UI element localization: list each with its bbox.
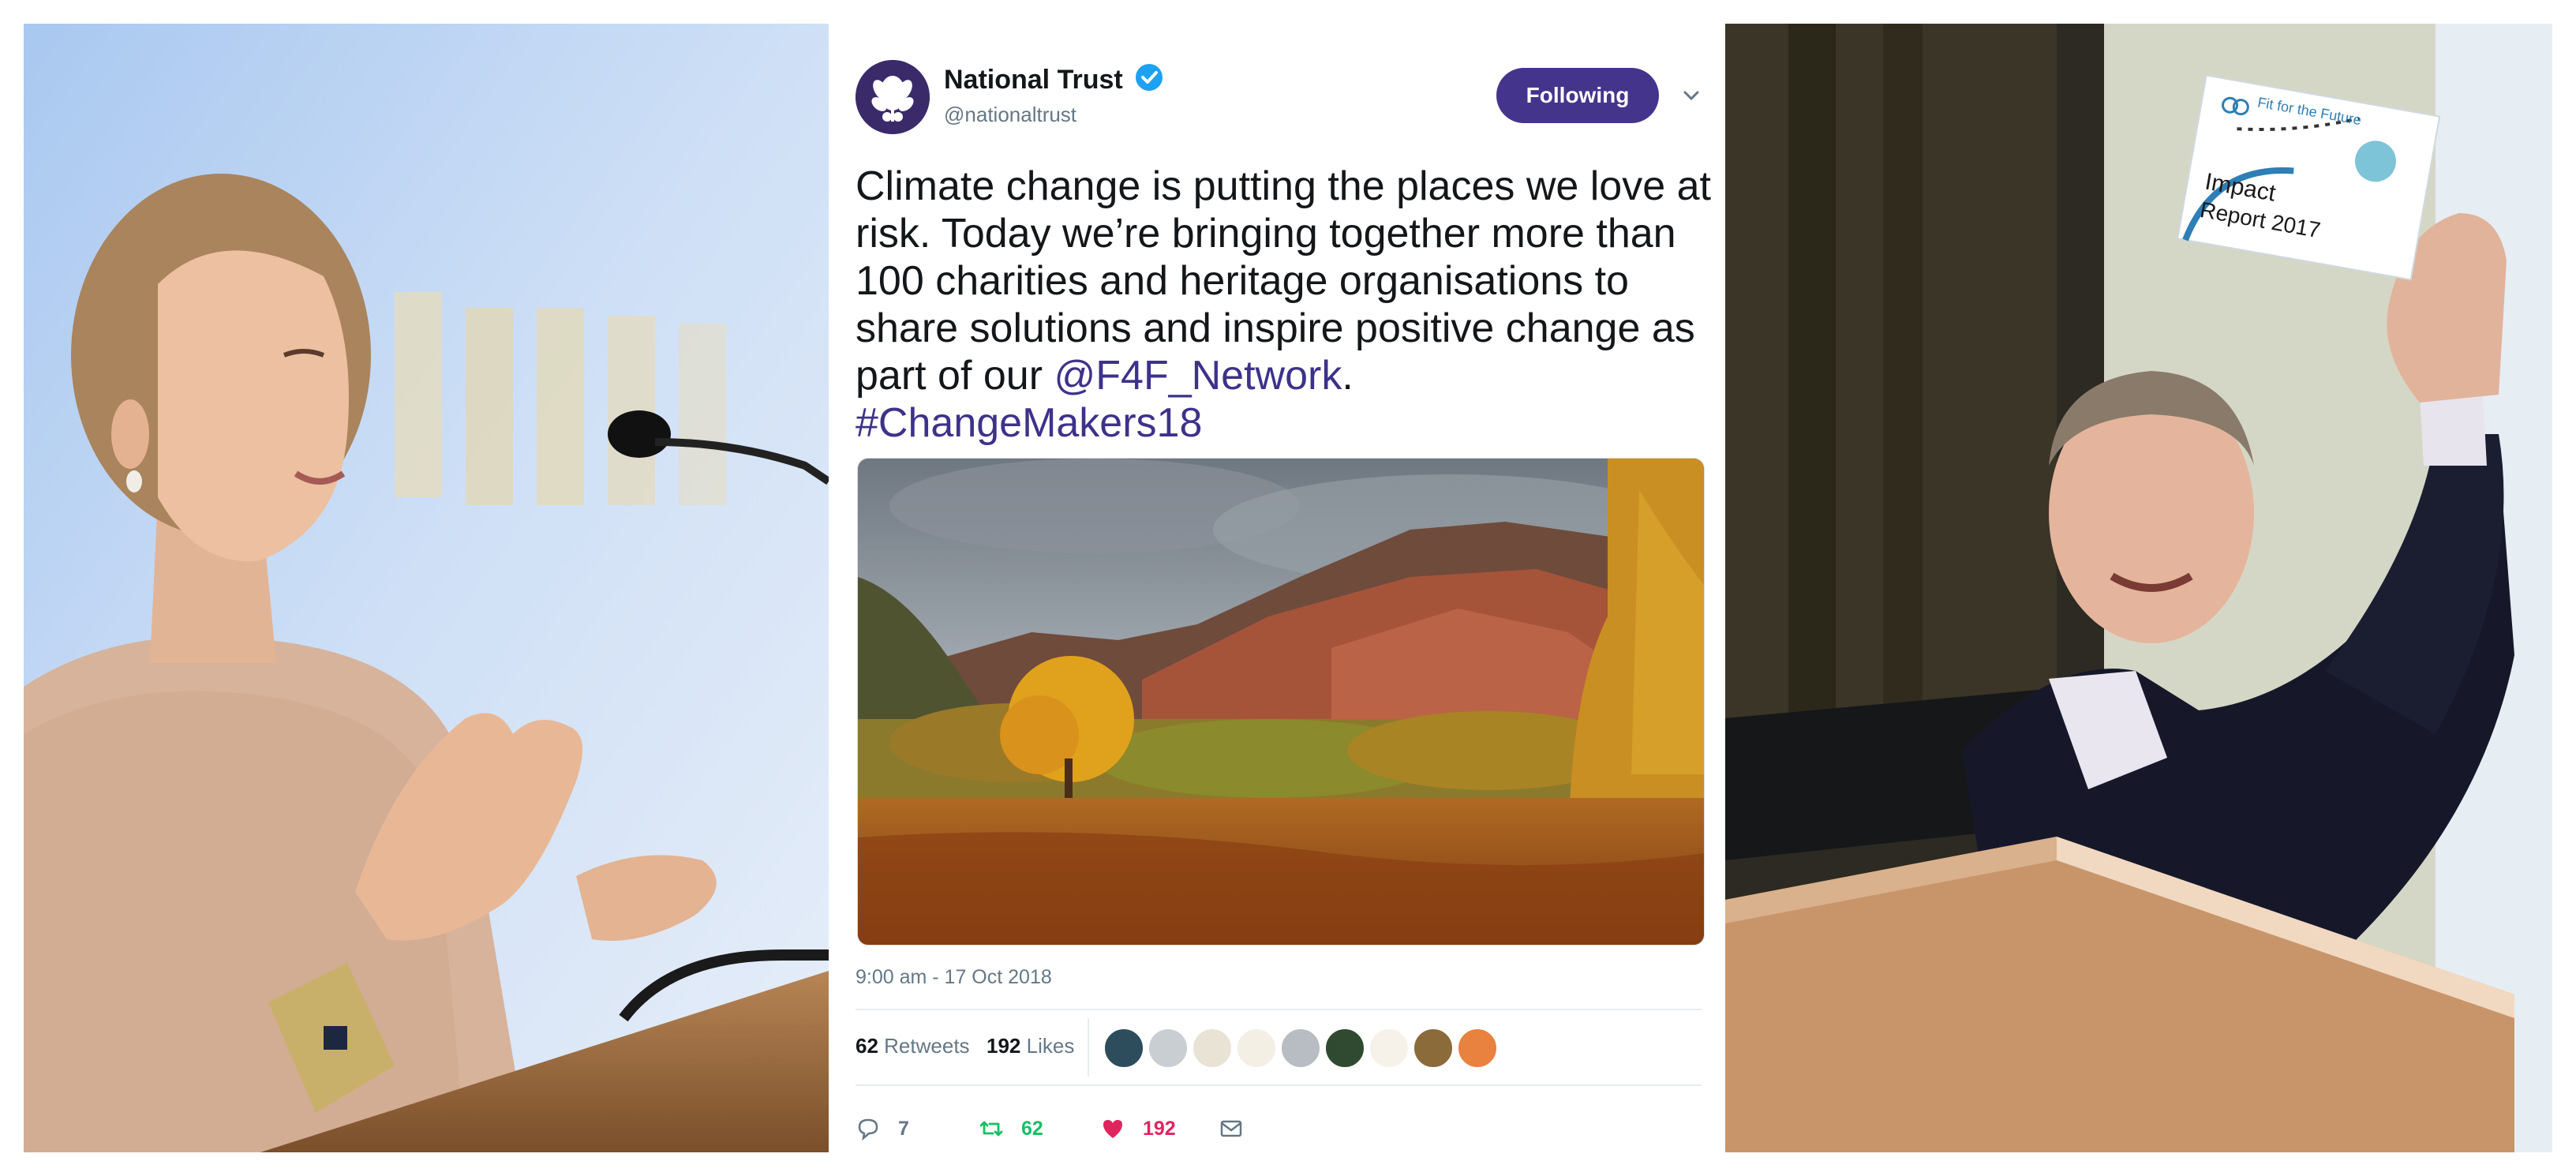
liker-avatar[interactable] [1457,1028,1498,1069]
likes-count: 192 [987,1034,1021,1058]
liker-avatar[interactable] [1413,1028,1454,1069]
likes-stat[interactable]: 192 Likes [987,1034,1074,1058]
liker-avatar[interactable] [1103,1028,1144,1069]
retweets-stat[interactable]: 62 Retweets [856,1034,970,1058]
stats-divider [1088,1018,1089,1077]
liker-avatar[interactable] [1324,1028,1365,1069]
likes-label: Likes [1026,1034,1075,1058]
following-button[interactable]: Following [1496,68,1659,123]
tweet-punct: . [1342,353,1354,399]
tweet-timestamp[interactable]: 9:00 am - 17 Oct 2018 [856,966,1052,989]
reply-icon [858,1118,878,1141]
engagement-stats: 62 Retweets 192 Likes [856,1009,1702,1086]
retweet-action[interactable]: 62 [979,1116,1043,1141]
author-handle[interactable]: @nationaltrust [944,103,1076,127]
photo-man-speaker: Fit for the Future Impact Report 2017 [1725,24,2552,1152]
liker-avatar[interactable] [1148,1028,1189,1069]
photo-woman-speaker [24,24,829,1152]
chevron-down-icon[interactable] [1681,85,1702,106]
reply-count: 7 [898,1117,909,1140]
mention-link[interactable]: @F4F_Network [1054,353,1342,399]
retweets-label: Retweets [884,1034,970,1058]
direct-message-action[interactable] [1219,1116,1261,1141]
retweet-icon [979,1121,1003,1137]
hashtag-link[interactable]: #ChangeMakers18 [856,400,1202,446]
heart-icon [1103,1120,1122,1138]
retweet-count: 62 [1021,1117,1043,1140]
tweet-text: Climate change is putting the places we … [856,163,1716,447]
envelope-icon [1220,1120,1242,1137]
tweet-actions: 7 62 192 [856,1110,1408,1149]
retweets-count: 62 [856,1034,878,1058]
liker-avatar[interactable] [1280,1028,1321,1069]
national-trust-avatar[interactable] [856,60,930,134]
like-action[interactable]: 192 [1100,1116,1176,1141]
reply-action[interactable]: 7 [856,1116,909,1141]
liker-avatar[interactable] [1368,1028,1410,1069]
tweet-media-photo[interactable] [857,458,1705,946]
verified-badge-icon [1136,64,1163,91]
like-count: 192 [1143,1117,1176,1140]
author-name[interactable]: National Trust [944,65,1123,96]
liker-avatar[interactable] [1192,1028,1233,1069]
liker-avatar[interactable] [1236,1028,1277,1069]
tweet-card: National Trust @nationaltrust Following … [830,24,1724,1152]
